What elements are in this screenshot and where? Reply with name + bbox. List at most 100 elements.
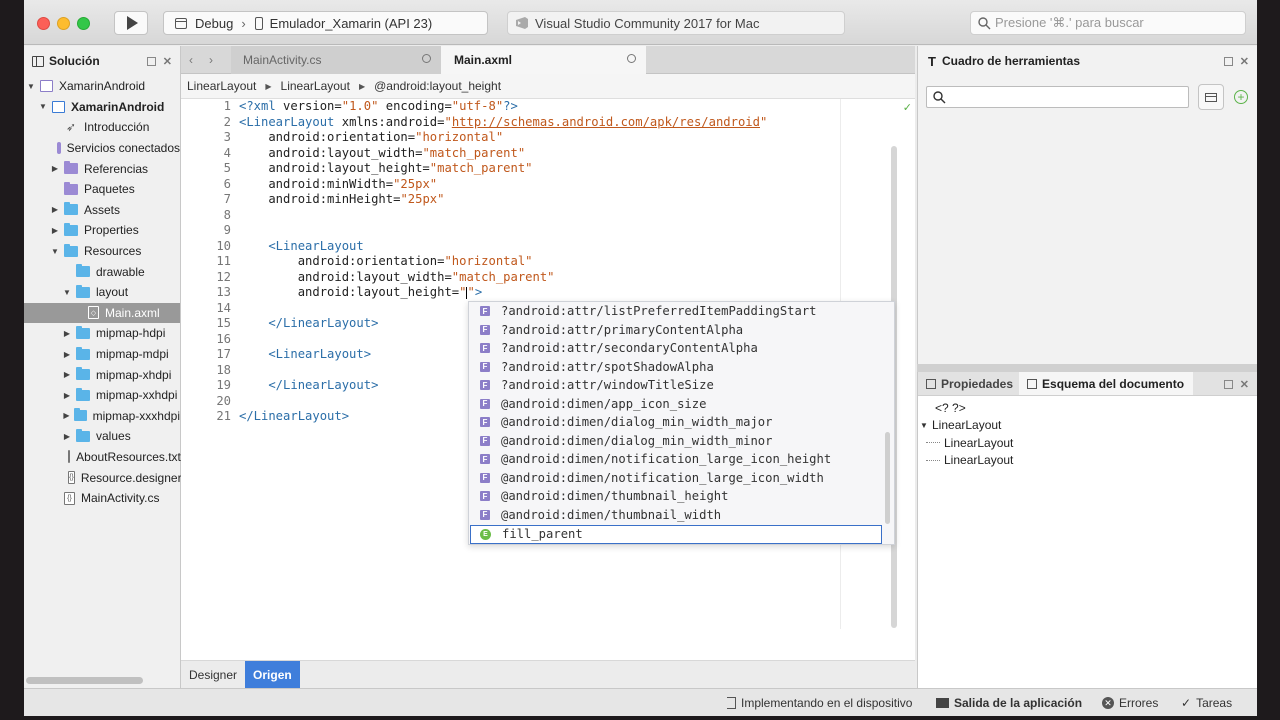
disclosure-down-icon[interactable]: ▼ — [50, 247, 60, 256]
tree-item[interactable]: ▼ Resources — [24, 241, 180, 262]
code-token[interactable]: http://schemas.android.com/apk/res/andro… — [452, 115, 760, 129]
code-line[interactable]: 13 android:layout_height=""> — [201, 285, 767, 301]
run-configuration-selector[interactable]: Debug › Emulador_Xamarin (API 23) — [163, 11, 488, 35]
completion-item[interactable]: Efill_parent — [470, 525, 882, 544]
disclosure-right-icon[interactable]: ▶ — [62, 350, 72, 359]
pane-splitter[interactable] — [917, 364, 1257, 372]
close-tab-icon[interactable] — [422, 54, 431, 63]
add-icon[interactable]: + — [1234, 90, 1248, 104]
disclosure-right-icon[interactable]: ▶ — [50, 164, 60, 173]
completion-item[interactable]: F @android:dimen/thumbnail_height — [469, 487, 894, 506]
close-tab-icon[interactable] — [627, 54, 636, 63]
completion-item[interactable]: F @android:dimen/notification_large_icon_… — [469, 469, 894, 488]
code-line[interactable]: 9 — [201, 223, 767, 239]
application-output-button[interactable]: Salida de la aplicación — [936, 689, 1082, 716]
chevron-right-icon[interactable]: › — [209, 53, 213, 67]
code-line[interactable]: 5 android:layout_height="match_parent" — [201, 161, 767, 177]
toolbox-search-input[interactable] — [926, 86, 1189, 108]
completion-item[interactable]: F ?android:attr/spotShadowAlpha — [469, 358, 894, 377]
completion-scrollbar[interactable] — [885, 432, 890, 524]
close-icon[interactable]: ✕ — [1240, 55, 1249, 68]
tree-item[interactable]: ▼ XamarinAndroid — [24, 76, 180, 97]
minimize-window-button[interactable] — [57, 17, 70, 30]
tab-mainactivity[interactable]: MainActivity.cs — [231, 46, 441, 74]
tree-item[interactable]: ▶drawable — [24, 261, 180, 282]
tree-item[interactable]: ▶◇Main.axml — [24, 302, 180, 324]
tab-source[interactable]: Origen — [245, 661, 300, 688]
outline-item[interactable]: <? ?> — [918, 399, 1257, 417]
chevron-left-icon[interactable]: ‹ — [189, 53, 193, 67]
tree-item[interactable]: ▶ mipmap-xhdpi — [24, 364, 180, 385]
disclosure-down-icon[interactable]: ▼ — [26, 82, 36, 91]
code-line[interactable]: 4 android:layout_width="match_parent" — [201, 146, 767, 162]
outline-item[interactable]: ▼ LinearLayout — [918, 417, 1257, 435]
completion-item[interactable]: F @android:dimen/app_icon_size — [469, 395, 894, 414]
tree-item[interactable]: ▶➶Introducción — [24, 117, 180, 138]
completion-item[interactable]: F ?android:attr/windowTitleSize — [469, 376, 894, 395]
minimize-pad-icon[interactable] — [1223, 380, 1233, 389]
disclosure-down-icon[interactable]: ▼ — [62, 288, 72, 297]
tree-item[interactable]: ▼ layout — [24, 282, 180, 303]
code-line[interactable]: 8 — [201, 208, 767, 224]
close-window-button[interactable] — [37, 17, 50, 30]
tree-item[interactable]: ▶Servicios conectados — [24, 138, 180, 159]
code-line[interactable]: 1 <?xml version="1.0" encoding="utf-8"?> — [201, 99, 767, 115]
tree-item[interactable]: ▶ mipmap-xxhdpi — [24, 385, 180, 406]
code-line[interactable]: 10 <LinearLayout — [201, 239, 767, 255]
global-search-input[interactable]: Presione '⌘.' para buscar — [970, 11, 1246, 35]
tasks-button[interactable]: ✓ Tareas — [1181, 689, 1232, 716]
tree-item[interactable]: ▶ mipmap-hdpi — [24, 323, 180, 344]
tree-item[interactable]: ▼ XamarinAndroid — [24, 97, 180, 118]
tree-item[interactable]: ▶ Referencias — [24, 158, 180, 179]
completion-item[interactable]: F ?android:attr/listPreferredItemPaddingS… — [469, 302, 894, 321]
disclosure-right-icon[interactable]: ▶ — [62, 432, 72, 441]
completion-item[interactable]: F @android:dimen/dialog_min_width_major — [469, 413, 894, 432]
tree-item[interactable]: ▶ Assets — [24, 200, 180, 221]
minimize-pad-icon[interactable] — [1223, 57, 1233, 66]
outline-item[interactable]: LinearLayout — [918, 434, 1257, 452]
completion-item[interactable]: F ?android:attr/secondaryContentAlpha — [469, 339, 894, 358]
disclosure-right-icon[interactable]: ▶ — [62, 411, 71, 420]
minimize-pad-icon[interactable] — [146, 57, 156, 66]
code-line[interactable]: 11 android:orientation="horizontal" — [201, 254, 767, 270]
horizontal-scrollbar[interactable] — [26, 677, 143, 684]
tree-item[interactable]: ▶{}Resource.designer.cs — [24, 467, 196, 488]
close-icon[interactable]: ✕ — [163, 55, 172, 68]
tab-document-outline[interactable]: Esquema del documento — [1019, 372, 1194, 395]
completion-item[interactable]: F @android:dimen/notification_large_icon_… — [469, 450, 894, 469]
breadcrumb-item[interactable]: LinearLayout — [281, 79, 350, 93]
tab-main-axml[interactable]: Main.axml — [441, 46, 646, 74]
outline-item[interactable]: LinearLayout — [918, 452, 1257, 470]
disclosure-right-icon[interactable]: ▶ — [62, 329, 72, 338]
tree-item[interactable]: ▶ Properties — [24, 220, 180, 241]
run-button[interactable] — [114, 11, 148, 35]
disclosure-right-icon[interactable]: ▶ — [50, 226, 60, 235]
tab-properties[interactable]: Propiedades — [918, 372, 1019, 395]
errors-button[interactable]: ✕ Errores — [1102, 689, 1158, 716]
breadcrumb-item[interactable]: LinearLayout — [187, 79, 256, 93]
code-line[interactable]: 3 android:orientation="horizontal" — [201, 130, 767, 146]
list-view-button[interactable] — [1198, 84, 1224, 110]
disclosure-right-icon[interactable]: ▶ — [62, 370, 72, 379]
completion-item[interactable]: F @android:dimen/dialog_min_width_minor — [469, 432, 894, 451]
build-config-label[interactable]: Debug — [195, 16, 233, 31]
completion-item[interactable]: F @android:dimen/thumbnail_width — [469, 506, 894, 525]
code-line[interactable]: 7 android:minHeight="25px" — [201, 192, 767, 208]
tab-designer[interactable]: Designer — [181, 661, 245, 688]
device-label[interactable]: Emulador_Xamarin (API 23) — [270, 16, 433, 31]
tree-item[interactable]: ▶ mipmap-xxxhdpi — [24, 406, 180, 427]
disclosure-right-icon[interactable]: ▶ — [62, 391, 72, 400]
tree-item[interactable]: ▶{}MainActivity.cs — [24, 488, 180, 509]
zoom-window-button[interactable] — [77, 17, 90, 30]
code-line[interactable]: 6 android:minWidth="25px" — [201, 177, 767, 193]
tree-item[interactable]: ▶AboutResources.txt — [24, 447, 181, 468]
disclosure-right-icon[interactable]: ▶ — [50, 205, 60, 214]
code-completion-list[interactable]: F ?android:attr/listPreferredItemPaddingS… — [468, 301, 895, 545]
breadcrumb-item[interactable]: @android:layout_height — [374, 79, 501, 93]
tree-item[interactable]: ▶ values — [24, 426, 180, 447]
code-line[interactable]: 12 android:layout_width="match_parent" — [201, 270, 767, 286]
completion-item[interactable]: F ?android:attr/primaryContentAlpha — [469, 321, 894, 340]
tree-item[interactable]: ▶Paquetes — [24, 179, 180, 200]
disclosure-down-icon[interactable]: ▼ — [38, 102, 48, 111]
disclosure-down-icon[interactable]: ▼ — [918, 421, 930, 430]
